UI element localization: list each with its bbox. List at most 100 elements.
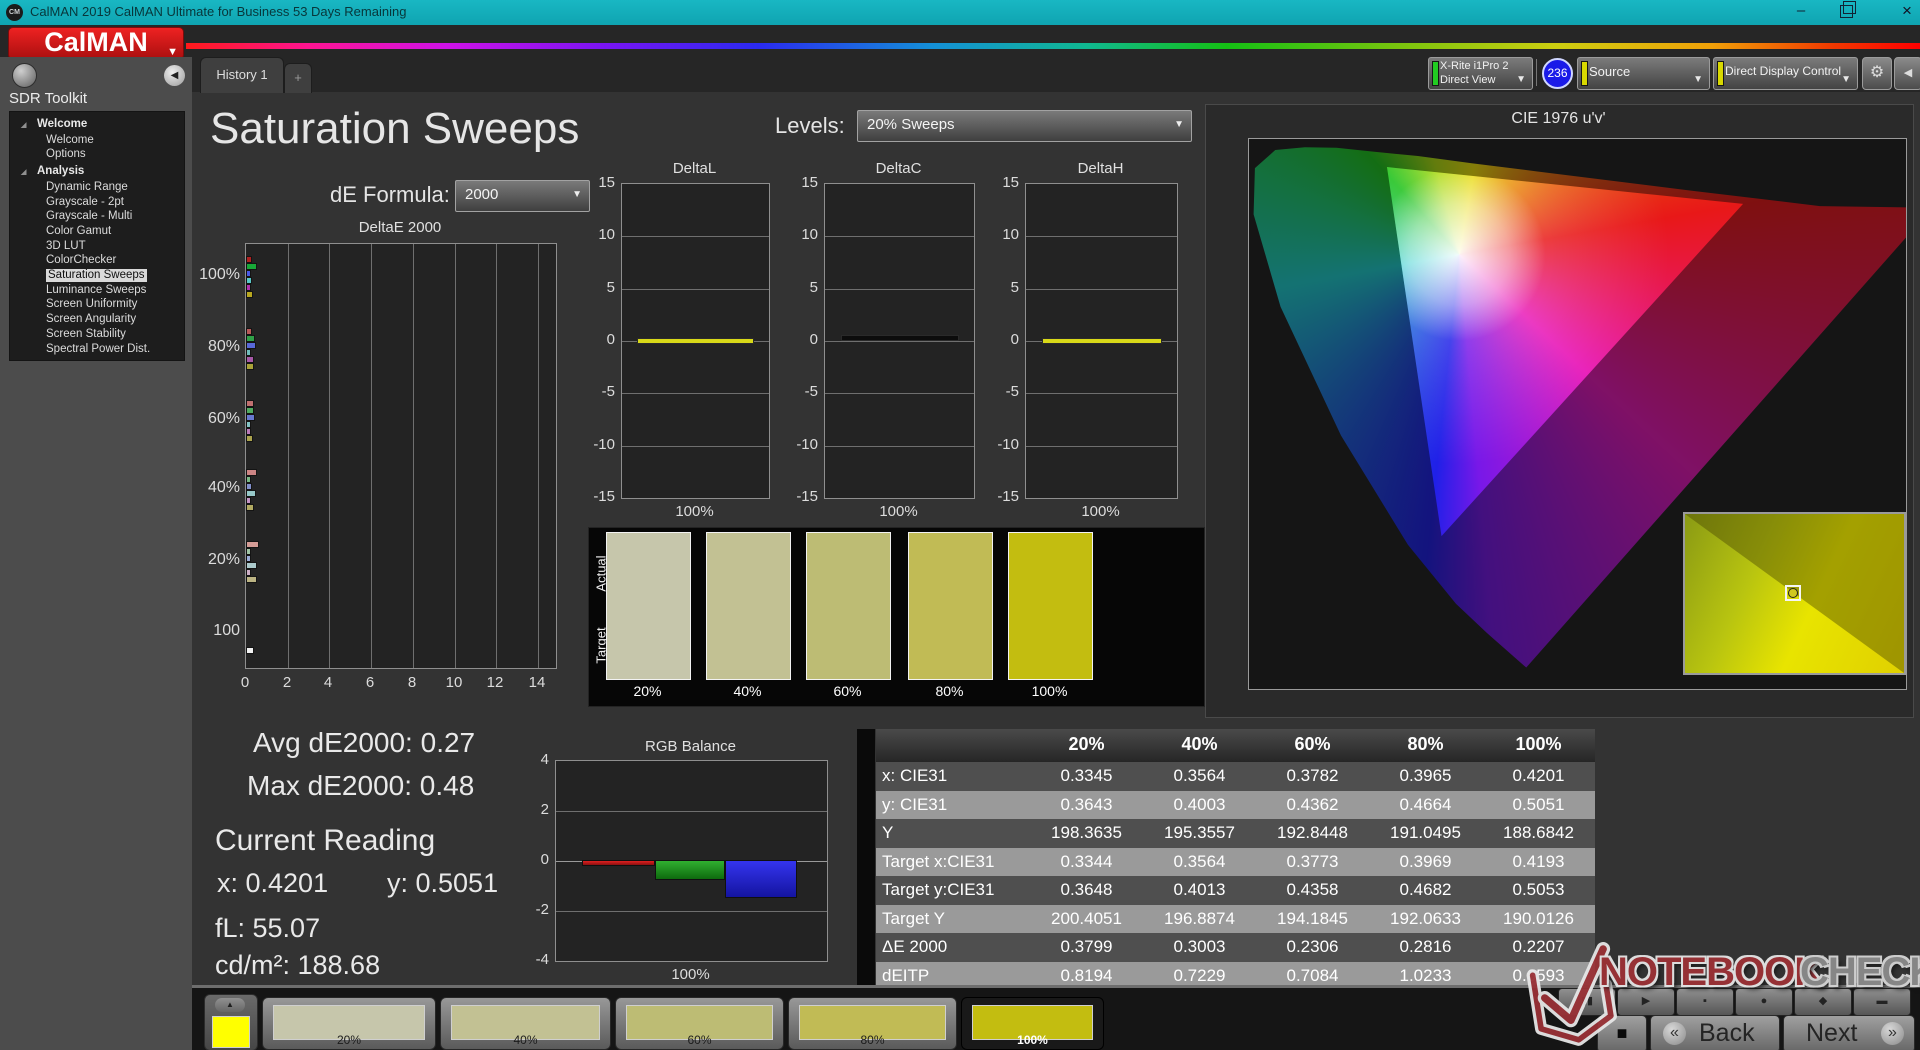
add-tab-button[interactable]: + [284, 63, 312, 93]
de2000-bar [246, 555, 251, 562]
workflow-tree: ◢ Welcome Welcome Options ◢ Analysis Dynamic R… [9, 111, 185, 361]
table-cell: 0.2207 [1512, 937, 1565, 956]
de2000-bar [246, 490, 256, 497]
table-cell: 0.2816 [1399, 937, 1452, 956]
transport-button-4[interactable]: ◆ [1794, 988, 1852, 1016]
transport-button-0[interactable]: ▮▮ [1558, 988, 1616, 1016]
gridline [413, 244, 414, 668]
table-cell: 0.3773 [1286, 851, 1339, 871]
results-table: 20% 40% 60% 80% 100% x: CIE31 0.3345 0.3564 0.37… [857, 729, 1596, 990]
rainbow-strip [186, 43, 1920, 49]
sidebar-item-3d-lut[interactable]: 3D LUT [46, 240, 86, 253]
gridline [622, 236, 769, 237]
cie-inset-point [1788, 588, 1798, 598]
sidebar-item-saturation-sweeps[interactable]: Saturation Sweeps [46, 269, 147, 282]
table-cell: 0.6593 [1512, 965, 1565, 985]
deltaH-y-tick: 10 [1002, 226, 1019, 243]
rgb-y-tick: -4 [535, 951, 549, 968]
sidebar-item-welcome[interactable]: Welcome [46, 134, 94, 147]
de2000-bar [246, 284, 251, 291]
meter-dropdown[interactable]: X-Rite i1Pro 2 Direct View ▼ [1428, 57, 1533, 90]
deltaC-y-tick: -5 [804, 383, 818, 400]
table-cell: 0.3643 [1060, 794, 1113, 814]
sidebar-item-grayscale-2pt[interactable]: Grayscale - 2pt [46, 196, 124, 209]
meter-count-badge[interactable]: 236 [1542, 58, 1573, 89]
formula-dropdown[interactable]: 2000 ▼ [455, 180, 590, 212]
levels-dropdown[interactable]: 20% Sweeps ▼ [857, 110, 1192, 142]
levels-label: Levels: [775, 113, 845, 138]
deltaC-y-tick: 5 [809, 279, 818, 296]
table-row-label: y: CIE31 [882, 794, 948, 814]
sidebar-menu-button[interactable] [12, 63, 37, 88]
deltaC-x-label: 100% [879, 503, 918, 520]
restore-button[interactable] [1840, 1, 1856, 18]
de2000-bar [246, 263, 257, 270]
gridline [288, 244, 289, 668]
transport-button-5[interactable]: ▬ [1853, 988, 1911, 1016]
sidebar-item-dynamic-range[interactable]: Dynamic Range [46, 181, 128, 194]
sidebar-collapse-icon[interactable]: ◀ [164, 65, 185, 86]
stop-button[interactable]: ■ [1597, 1015, 1647, 1050]
display-control-dropdown[interactable]: Direct Display Control ▼ [1713, 57, 1858, 90]
patch-up-button[interactable]: ▲ [215, 998, 245, 1012]
de2000-bar [246, 270, 251, 277]
calman-logo-menu[interactable]: CalMAN ▼ [8, 27, 184, 60]
tree-group-analysis[interactable]: ◢ Analysis [10, 165, 184, 179]
deltaC-bar [841, 335, 959, 341]
gridline [556, 811, 827, 812]
expander-icon[interactable]: ◢ [21, 168, 26, 176]
saturation-button-40%[interactable]: 40% [440, 997, 611, 1050]
table-cell: 0.4358 [1286, 880, 1339, 899]
table-cell: 0.4362 [1286, 794, 1339, 814]
transport-button-3[interactable]: ● [1735, 988, 1793, 1016]
sidebar-item-screen-uniformity[interactable]: Screen Uniformity [46, 298, 137, 311]
source-dropdown[interactable]: Source ▼ [1577, 57, 1710, 90]
minimize-button[interactable]: – [1788, 2, 1814, 22]
de2000-bar [246, 562, 257, 569]
saturation-button-100%[interactable]: 100% [961, 997, 1104, 1050]
sidebar-item-spectral-power-dist-[interactable]: Spectral Power Dist. [46, 343, 150, 356]
transport-button-1[interactable]: ▶ [1617, 988, 1675, 1016]
next-button[interactable]: Next » [1783, 1015, 1915, 1050]
sidebar-item-grayscale-multi[interactable]: Grayscale - Multi [46, 210, 132, 223]
de2000-bar [246, 647, 254, 654]
saturation-button-80%[interactable]: 80% [788, 997, 957, 1050]
sidebar-item-screen-angularity[interactable]: Screen Angularity [46, 313, 136, 326]
close-button[interactable]: × [1894, 1, 1920, 23]
table-row-label: dEITP [882, 965, 930, 985]
sidebar-item-color-gamut[interactable]: Color Gamut [46, 225, 111, 238]
rgb-balance-title: RGB Balance [645, 738, 736, 755]
collapse-panel-icon[interactable]: ◀ [1894, 57, 1920, 90]
de2000-bar [246, 342, 256, 349]
table-cell: 0.5051 [1512, 794, 1565, 814]
gear-icon[interactable]: ⚙ [1862, 57, 1892, 90]
tree-group-welcome[interactable]: ◢ Welcome [10, 118, 184, 132]
rgb-bar-blue [725, 860, 797, 898]
deltaC-y-tick: 15 [801, 174, 818, 191]
table-row-label: Target x:CIE31 [882, 851, 995, 871]
saturation-button-20%[interactable]: 20% [262, 997, 436, 1050]
saturation-button-60%[interactable]: 60% [615, 997, 784, 1050]
page-title: Saturation Sweeps [210, 104, 580, 153]
deltaL-bar [637, 338, 754, 344]
sidebar-item-colorchecker[interactable]: ColorChecker [46, 254, 116, 267]
table-cell: 195.3557 [1164, 823, 1235, 842]
table-left-strip [857, 729, 875, 990]
rgb-x-label: 100% [671, 966, 710, 983]
display-control-status-bar [1717, 61, 1724, 86]
table-header-cell: 60% [1294, 734, 1331, 754]
table-header-row: 20% 40% 60% 80% 100% [876, 729, 1595, 762]
deltaC-y-tick: -15 [796, 488, 818, 505]
table-cell: 0.3782 [1286, 766, 1339, 785]
deltaH-y-tick: -5 [1005, 383, 1019, 400]
rgb-y-tick: 0 [540, 851, 549, 868]
back-button[interactable]: « Back [1650, 1015, 1780, 1050]
table-cell: 0.3969 [1399, 851, 1452, 871]
gridline [455, 244, 456, 668]
sidebar-item-luminance-sweeps[interactable]: Luminance Sweeps [46, 284, 146, 297]
sidebar-item-screen-stability[interactable]: Screen Stability [46, 328, 126, 341]
expander-icon[interactable]: ◢ [21, 121, 26, 129]
transport-button-2[interactable]: ▪ [1676, 988, 1734, 1016]
sidebar-item-options[interactable]: Options [46, 148, 86, 161]
tab-history-1[interactable]: History 1 [200, 57, 284, 93]
